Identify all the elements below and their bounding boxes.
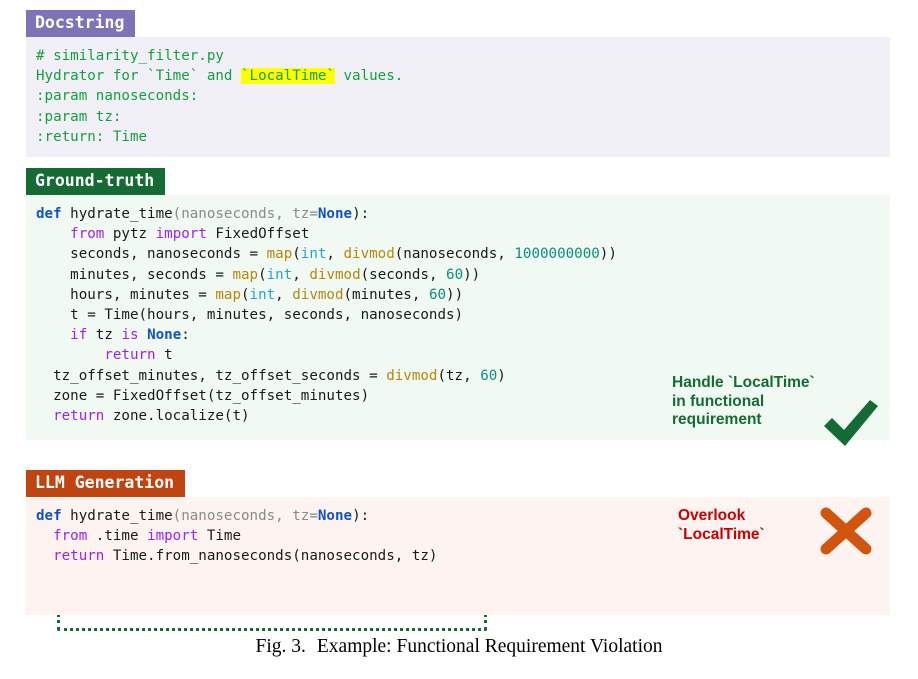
gt-none-default: None — [317, 206, 353, 222]
builtin-int-2: int — [266, 266, 293, 283]
docstring-body: # similarity_filter.py Hydrator for `Tim… — [26, 37, 890, 158]
kw-def: def — [36, 206, 62, 222]
builtin-int-3: int — [249, 286, 276, 303]
llm-kw-import: import — [147, 528, 199, 545]
docstring-tab-row: Docstring — [26, 10, 890, 37]
figure-caption: Fig. 3. Example: Functional Requirement V… — [0, 636, 918, 658]
llm-generation-tab-row: LLM Generation — [26, 470, 890, 497]
gt-none-check: None — [147, 327, 182, 344]
kw-from: from — [70, 226, 105, 243]
ground-truth-tab-label: Ground-truth — [26, 168, 166, 195]
gt-num-60-c: 60 — [480, 367, 498, 384]
docstring-line-5: :return: Time — [36, 128, 148, 145]
cross-mark-icon — [818, 505, 874, 562]
llm-func-name: hydrate_time — [70, 508, 173, 524]
docstring-line-4: :param tz: — [36, 108, 122, 125]
docstring-tab-label: Docstring — [26, 10, 136, 37]
builtin-divmod-4: divmod — [386, 367, 438, 384]
builtin-int-1: int — [300, 246, 327, 263]
llm-kw-from: from — [53, 528, 88, 545]
builtin-divmod-1: divmod — [343, 246, 395, 263]
gt-func-name: hydrate_time — [70, 206, 173, 222]
docstring-panel: Docstring # similarity_filter.py Hydrato… — [26, 10, 890, 158]
llm-signature-tail: ): — [352, 508, 370, 524]
docstring-line-2-prefix: Hydrator for `Time` and — [36, 68, 241, 85]
builtin-map-2: map — [232, 266, 259, 283]
gt-signature-params: (nanoseconds, tz= — [172, 206, 318, 222]
ground-truth-tab-row: Ground-truth — [26, 168, 890, 195]
gt-num-60-a: 60 — [446, 266, 464, 283]
kw-if: if — [70, 327, 88, 344]
builtin-divmod-3: divmod — [292, 286, 344, 303]
llm-kw-def: def — [36, 508, 62, 524]
gt-imported-symbol: FixedOffset — [215, 226, 310, 243]
ground-truth-annotation: Handle `LocalTime` in functional require… — [672, 374, 815, 428]
figure-root: Docstring # similarity_filter.py Hydrato… — [0, 0, 918, 679]
docstring-line-2-suffix: values. — [334, 68, 404, 85]
figure-caption-number: Fig. 3. — [255, 636, 306, 657]
gt-module: pytz — [112, 226, 148, 243]
kw-return-1: return — [104, 347, 156, 364]
kw-import: import — [155, 226, 207, 243]
llm-generation-tab-label: LLM Generation — [26, 470, 186, 497]
gt-num-60-b: 60 — [428, 286, 447, 303]
figure-caption-text: Example: Functional Requirement Violatio… — [316, 636, 663, 657]
kw-is: is — [121, 327, 139, 344]
builtin-divmod-2: divmod — [309, 266, 361, 283]
gt-signature-tail: ): — [352, 206, 370, 222]
kw-return-2: return — [53, 408, 105, 425]
check-mark-icon — [820, 398, 882, 457]
docstring-line-1: # similarity_filter.py — [36, 48, 224, 64]
llm-kw-return: return — [53, 548, 105, 565]
llm-none-default: None — [317, 508, 353, 524]
docstring-highlight-localtime: `LocalTime` — [241, 68, 335, 85]
gt-num-divisor: 1000000000 — [514, 246, 600, 263]
docstring-line-3: :param nanoseconds: — [36, 88, 199, 105]
builtin-map-1: map — [266, 246, 293, 263]
llm-signature-params: (nanoseconds, tz= — [172, 508, 318, 524]
builtin-map-3: map — [215, 286, 241, 303]
llm-generation-annotation: Overlook `LocalTime` — [678, 507, 765, 543]
